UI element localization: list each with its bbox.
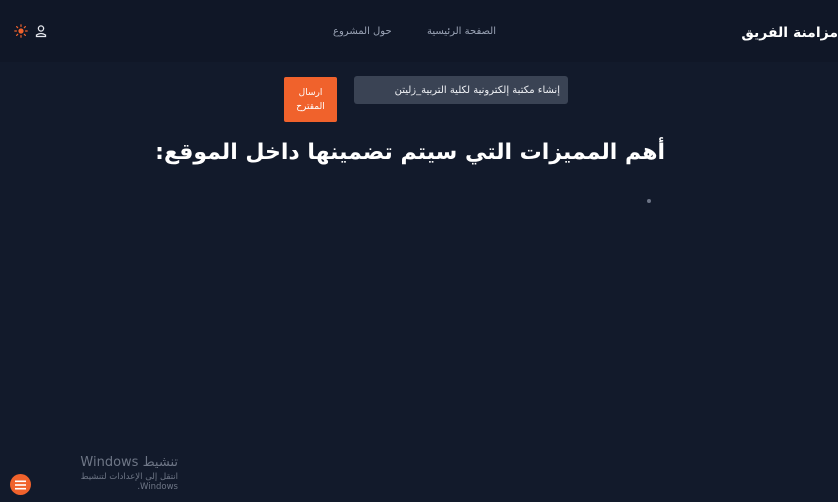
top-navbar: حول المشروع الصفحة الرئيسية مزامنة الفري… — [0, 0, 838, 62]
hamburger-icon — [15, 480, 26, 489]
nav-about-link[interactable]: حول المشروع — [333, 26, 392, 37]
send-suggestion-label: ارسال المقترح — [296, 87, 325, 112]
brand-title[interactable]: مزامنة الفريق — [741, 25, 838, 41]
sun-icon[interactable] — [14, 23, 28, 38]
bullet-dot — [647, 199, 651, 203]
activation-subtitle: انتقل إلى الإعدادات لتنشيط Windows. — [80, 472, 178, 492]
suggestion-input[interactable] — [354, 76, 568, 104]
activation-title: تنشيط Windows — [80, 455, 178, 470]
nav-home-link[interactable]: الصفحة الرئيسية — [427, 26, 496, 37]
menu-button[interactable] — [10, 474, 31, 495]
user-icon[interactable] — [34, 23, 48, 38]
windows-activation-watermark: تنشيط Windows انتقل إلى الإعدادات لتنشيط… — [38, 455, 178, 492]
features-heading: أهم المميزات التي سيتم تضمينها داخل المو… — [155, 140, 665, 165]
send-suggestion-button[interactable]: ارسال المقترح — [284, 77, 337, 122]
